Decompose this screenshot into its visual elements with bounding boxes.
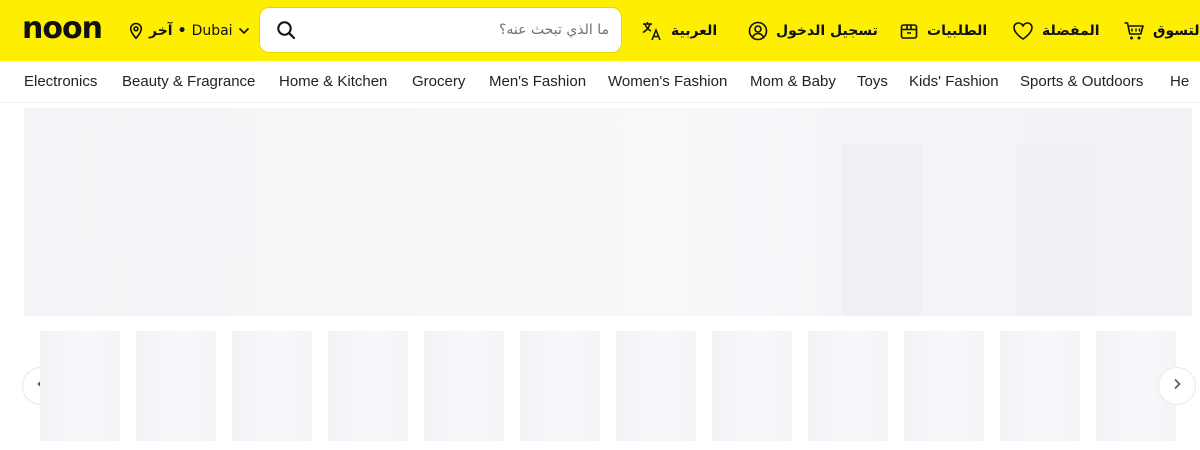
sign-in-button[interactable]: تسجيل الدخول [748,19,878,43]
cart-label: التسوق [1153,23,1200,39]
carousel-next-button[interactable] [1158,367,1196,405]
category-beauty-fragrance[interactable]: Beauty & Fragrance [122,73,255,90]
category-kids-fashion[interactable]: Kids' Fashion [909,73,999,90]
wishlist-label: المفضلة [1042,23,1100,39]
category-tile-placeholder[interactable] [136,331,216,441]
wishlist-button[interactable]: المفضلة [1012,19,1100,43]
category-mom-baby[interactable]: Mom & Baby [750,73,836,90]
heart-icon [1012,21,1034,41]
delivery-location[interactable]: آخر • Dubai [128,20,250,42]
orders-button[interactable]: الطلبيات [899,19,987,43]
location-city: Dubai [191,23,233,39]
user-icon [748,21,768,41]
search-icon[interactable] [276,20,296,40]
sign-in-label: تسجيل الدخول [776,23,878,39]
cart-icon [1123,20,1145,42]
category-home-kitchen[interactable]: Home & Kitchen [279,73,387,90]
orders-label: الطلبيات [927,23,988,39]
orders-box-icon [899,21,919,41]
category-tile-placeholder[interactable] [712,331,792,441]
category-sports-outdoors[interactable]: Sports & Outdoors [1020,73,1143,90]
category-tile-placeholder[interactable] [616,331,696,441]
category-toys[interactable]: Toys [857,73,888,90]
location-separator: • [177,23,187,39]
language-switch-button[interactable]: العربية [641,19,717,43]
location-pin-icon [128,22,144,40]
category-tile-placeholder[interactable] [808,331,888,441]
cart-button[interactable]: التسوق [1123,19,1200,43]
category-mens-fashion[interactable]: Men's Fashion [489,73,586,90]
hero-banner-placeholder[interactable] [24,108,1192,316]
top-header: noon آخر • Dubai العربية تسجيل الدخول [0,0,1200,61]
category-nav: Electronics Beauty & Fragrance Home & Ki… [0,61,1200,103]
category-electronics[interactable]: Electronics [24,73,97,90]
banner-skeleton-block [1017,144,1097,316]
category-tile-placeholder[interactable] [40,331,120,441]
category-tile-placeholder[interactable] [520,331,600,441]
location-prefix: آخر [149,23,173,39]
chevron-right-icon [1172,378,1182,394]
category-tile-placeholder[interactable] [424,331,504,441]
chevron-down-icon [238,23,250,39]
category-tile-placeholder[interactable] [232,331,312,441]
language-label: العربية [671,23,718,39]
category-tile-placeholder[interactable] [1000,331,1080,441]
translate-icon [641,20,663,42]
category-truncated[interactable]: He [1170,73,1189,90]
banner-skeleton-block [842,144,922,316]
category-grocery[interactable]: Grocery [412,73,465,90]
search-input[interactable] [296,8,621,52]
category-womens-fashion[interactable]: Women's Fashion [608,73,727,90]
search-bar [259,7,622,53]
category-tile-placeholder[interactable] [328,331,408,441]
category-tile-placeholder[interactable] [904,331,984,441]
noon-logo[interactable]: noon [22,11,103,46]
